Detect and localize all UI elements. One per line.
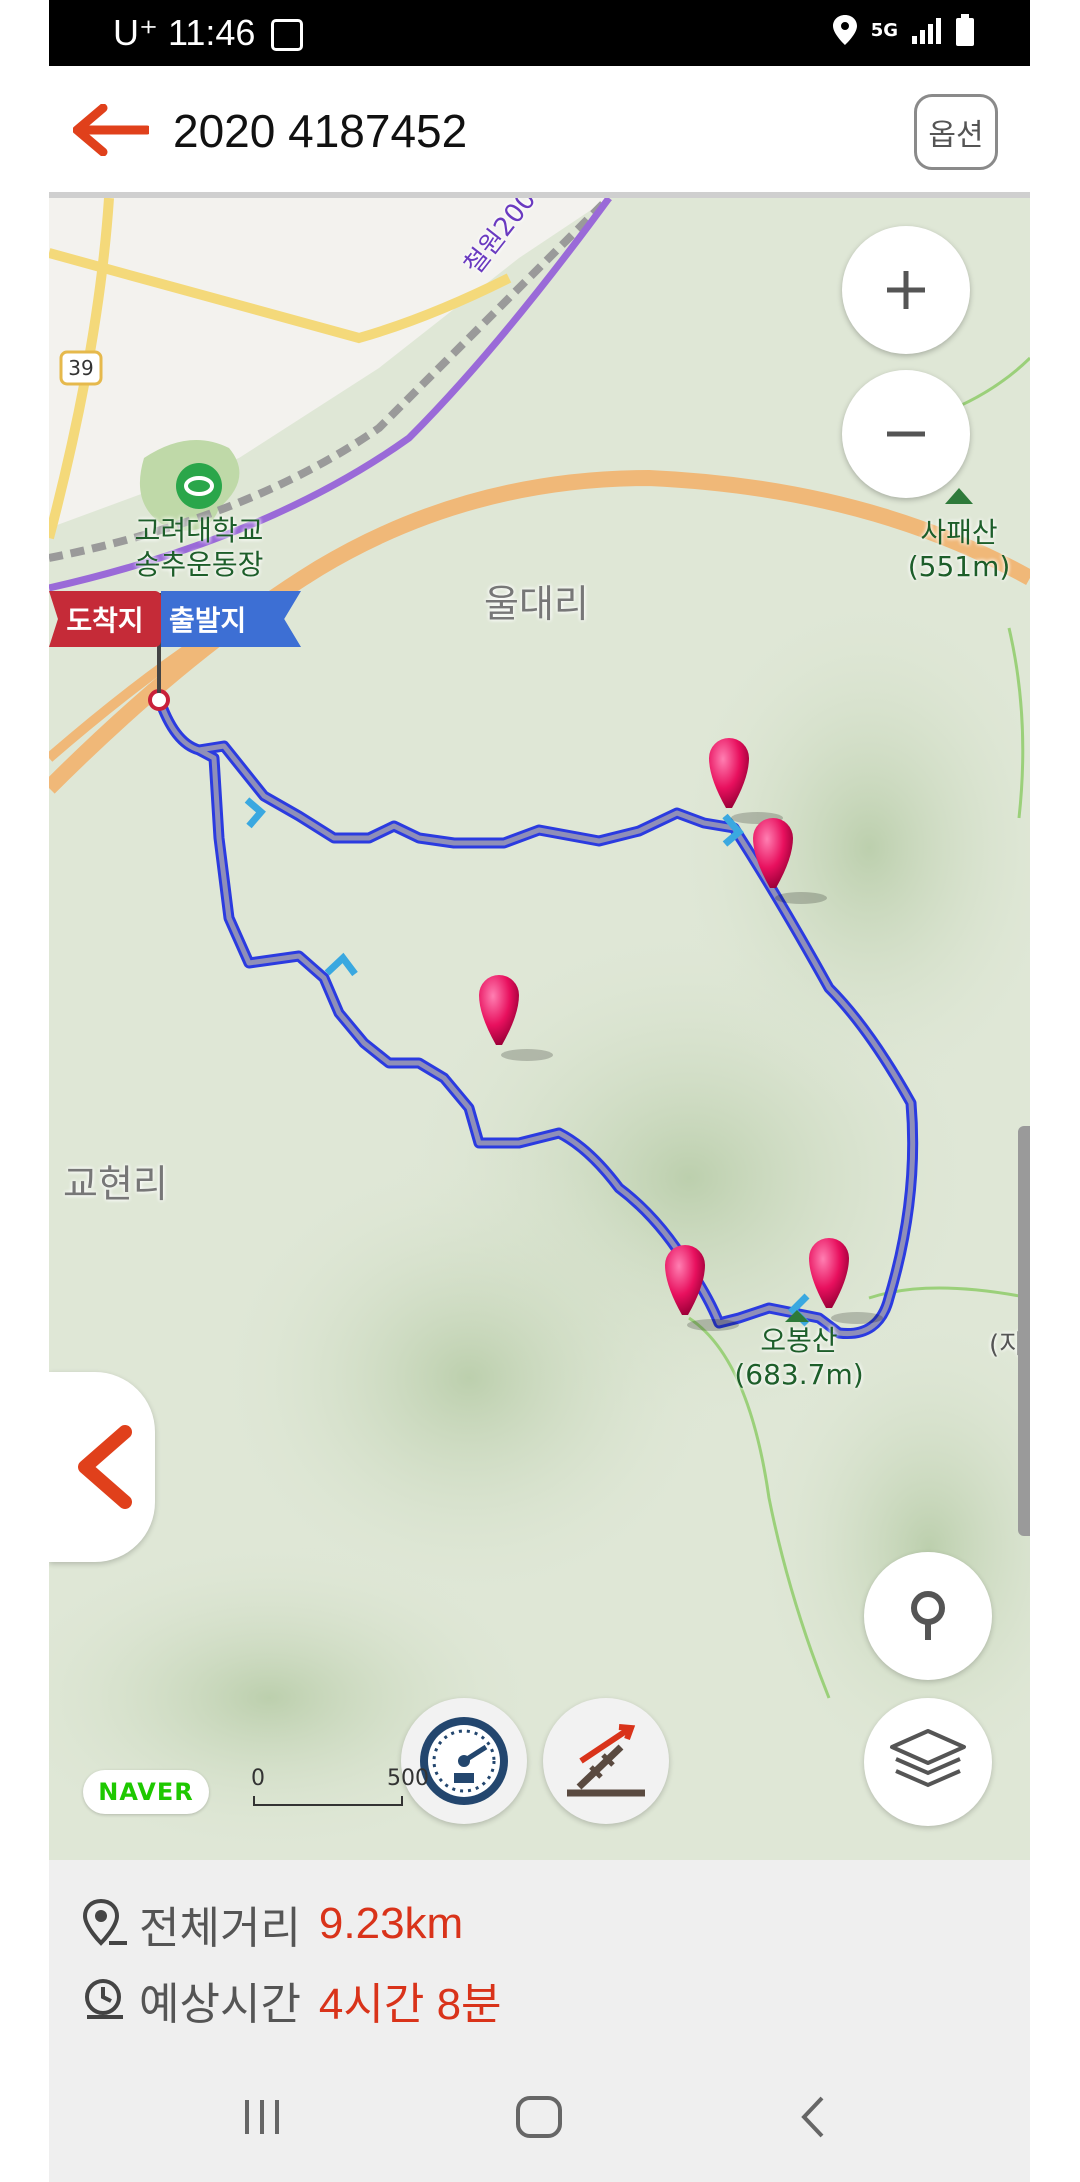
time-label: 예상시간 xyxy=(139,1979,301,2030)
home-icon[interactable] xyxy=(514,2094,564,2140)
campus-label: 고려대학교 송추운동장 xyxy=(134,514,264,581)
network-badge: 5G xyxy=(870,19,898,41)
speedometer-button[interactable] xyxy=(401,1698,527,1824)
departure-flag[interactable]: 출발지 xyxy=(161,591,301,647)
speedometer-icon xyxy=(420,1717,508,1805)
nav-back-icon[interactable] xyxy=(794,2094,834,2140)
status-bar: U⁺ 11:46 5G xyxy=(49,0,1030,66)
layers-icon xyxy=(890,1729,966,1788)
my-location-button[interactable] xyxy=(864,1552,992,1680)
carrier-label: U⁺ xyxy=(113,12,158,53)
departure-flag-label: 출발지 xyxy=(169,604,247,637)
signal-icon xyxy=(912,18,941,44)
direction-arrow-icon xyxy=(244,797,266,829)
distance-label: 전체거리 xyxy=(139,1903,301,1954)
direction-arrow-icon xyxy=(324,952,358,977)
clock: 11:46 xyxy=(168,12,256,53)
map-view[interactable]: 39 철원200km코스 고려대학교 송추운동장 울대리 교현리 사패산 (55… xyxy=(49,198,1030,1860)
battery-icon xyxy=(956,14,974,46)
elevation-icon xyxy=(567,1724,645,1797)
status-time-row: U⁺ 11:46 xyxy=(113,12,304,54)
app-bar: 2020 4187452 옵션 xyxy=(49,66,1030,198)
arrival-flag-label: 도착지 xyxy=(66,604,144,637)
map-scale: 0 500 xyxy=(251,1766,429,1806)
tmap-icon xyxy=(271,19,304,52)
village-label-gyohyeon: 교현리 xyxy=(63,1162,168,1206)
minus-icon xyxy=(887,431,925,437)
back-arrow-icon[interactable] xyxy=(73,104,149,156)
poi-sports-icon xyxy=(176,463,222,509)
distance-value: 9.23km xyxy=(318,1899,464,1948)
start-marker-icon[interactable] xyxy=(148,689,170,711)
status-icons: 5G xyxy=(832,14,974,46)
peak-height: (683.7m) xyxy=(734,1358,864,1391)
recent-apps-icon[interactable] xyxy=(239,2094,285,2140)
system-nav-bar xyxy=(49,2054,1030,2182)
scale-bar xyxy=(253,1796,403,1806)
route-distance-icon xyxy=(83,1899,127,1946)
zoom-out-button[interactable] xyxy=(842,370,970,498)
clock-icon xyxy=(85,1979,123,2019)
elevation-button[interactable] xyxy=(543,1698,669,1824)
time-row: 예상시간 4시간 8분 xyxy=(83,1968,502,2032)
scale-end: 500 xyxy=(387,1766,429,1791)
page-title: 2020 4187452 xyxy=(173,105,468,157)
time-value: 4시간 8분 xyxy=(318,1980,502,2029)
app-frame: U⁺ 11:46 5G 2020 4187452 옵션 39 고려대학교 송추운… xyxy=(49,0,1030,2182)
highway-number: 39 xyxy=(68,356,94,380)
arrival-flag[interactable]: 도착지 xyxy=(49,591,161,647)
plus-icon xyxy=(887,271,925,309)
peak-label-obong: 오봉산 (683.7m) xyxy=(729,1324,869,1392)
scale-start: 0 xyxy=(251,1766,265,1791)
peak-label-sapae: 사패산 (551m) xyxy=(899,516,1019,584)
location-icon xyxy=(832,15,857,45)
route-summary: 전체거리 9.23km 예상시간 4시간 8분 xyxy=(49,1860,1030,2054)
options-button[interactable]: 옵션 xyxy=(914,94,998,170)
distance-row: 전체거리 9.23km xyxy=(83,1892,463,1956)
drawer-toggle-button[interactable] xyxy=(49,1372,155,1562)
chevron-left-icon xyxy=(78,1425,132,1509)
naver-logo: NAVER xyxy=(83,1770,209,1814)
location-pin-icon xyxy=(911,1591,945,1640)
peak-name: 오봉산 xyxy=(760,1324,838,1357)
zoom-in-button[interactable] xyxy=(842,226,970,354)
peak-name: 사패산 xyxy=(920,516,998,549)
peak-height: (551m) xyxy=(907,550,1011,583)
map-layers-button[interactable] xyxy=(864,1698,992,1826)
village-label-uldae: 울대리 xyxy=(484,582,589,626)
scroll-handle[interactable] xyxy=(1018,1126,1030,1536)
